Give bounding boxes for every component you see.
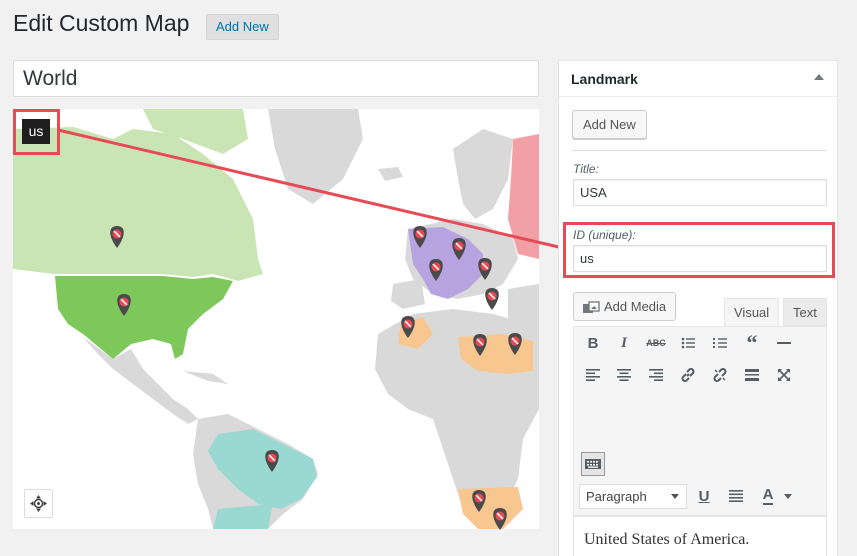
align-right-icon[interactable]	[644, 363, 668, 387]
add-media-button[interactable]: Add Media	[573, 292, 677, 321]
toolbar-toggle-icon[interactable]	[581, 452, 605, 476]
pin-icon	[117, 294, 131, 316]
dropdown-arrow-icon	[671, 494, 679, 499]
italic-icon[interactable]: I	[612, 331, 636, 355]
pin-icon	[493, 508, 507, 530]
pin-icon	[473, 334, 487, 356]
horizontal-line-icon[interactable]	[772, 331, 796, 355]
format-dropdown[interactable]: Paragraph	[579, 484, 687, 509]
tab-visual[interactable]: Visual	[724, 298, 780, 326]
format-value: Paragraph	[586, 489, 647, 504]
panel-header[interactable]: Landmark	[559, 61, 837, 97]
bullet-list-icon[interactable]	[676, 331, 700, 355]
blockquote-icon[interactable]: “	[740, 330, 764, 355]
panel-title: Landmark	[571, 71, 638, 87]
pin-icon	[401, 316, 415, 338]
id-highlight-box	[563, 222, 835, 278]
recenter-button[interactable]	[24, 489, 53, 518]
pin-icon	[413, 226, 427, 248]
pin-icon	[452, 238, 466, 260]
strikethrough-icon[interactable]: ABC	[644, 331, 668, 355]
content-editor[interactable]: United States of America.	[573, 516, 827, 556]
unlink-icon[interactable]	[708, 363, 732, 387]
pin-icon	[265, 450, 279, 472]
justify-icon[interactable]	[724, 484, 748, 508]
fullscreen-icon[interactable]	[772, 363, 796, 387]
pin-icon	[508, 333, 522, 355]
collapse-arrow-icon[interactable]	[814, 74, 824, 80]
editor-toolbar: B I ABC “ Paragraph U A Ω ?	[573, 326, 827, 556]
numbered-list-icon[interactable]	[708, 331, 732, 355]
text-color-dropdown-icon[interactable]	[776, 484, 800, 508]
landmark-panel: Landmark Add New Title: USA ID (unique):…	[558, 60, 838, 556]
pin-icon	[429, 259, 443, 281]
tab-text[interactable]: Text	[783, 298, 827, 326]
callout-line	[57, 128, 564, 250]
landmark-title-input[interactable]: USA	[573, 179, 827, 206]
read-more-icon[interactable]	[740, 363, 764, 387]
media-icon	[582, 299, 600, 326]
map-tooltip: us	[22, 119, 50, 144]
bold-icon[interactable]: B	[581, 331, 605, 355]
pin-icon	[472, 490, 486, 512]
title-label: Title:	[573, 162, 599, 176]
add-new-landmark-button[interactable]: Add New	[572, 110, 647, 139]
divider	[572, 150, 826, 151]
pin-icon	[110, 226, 124, 248]
crosshair-icon	[30, 495, 47, 512]
pin-icon	[478, 258, 492, 280]
pin-icon	[485, 288, 499, 310]
align-center-icon[interactable]	[612, 363, 636, 387]
underline-icon[interactable]: U	[692, 484, 716, 508]
add-media-label: Add Media	[604, 299, 667, 314]
align-left-icon[interactable]	[581, 363, 605, 387]
link-icon[interactable]	[676, 363, 700, 387]
